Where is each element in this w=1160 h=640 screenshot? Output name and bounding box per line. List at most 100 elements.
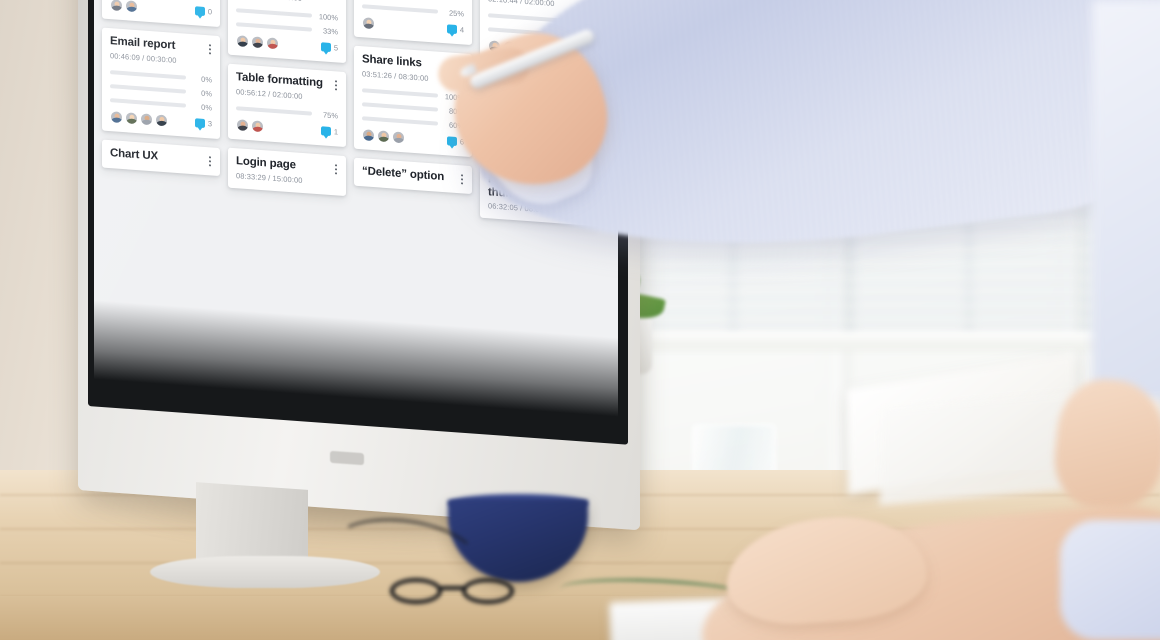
card-title: Share links	[362, 53, 422, 70]
avatar[interactable]	[125, 110, 138, 125]
kanban-column-in-progress: IN PROGRESS⚙Attachment viewer03:15:11 / …	[228, 0, 346, 406]
card-progress-bars: 100%80%60%	[362, 86, 464, 130]
avatar[interactable]	[251, 35, 264, 49]
progress-track	[236, 22, 312, 32]
progress-track	[362, 4, 438, 15]
card-menu-icon[interactable]	[457, 172, 464, 185]
avatar[interactable]	[140, 112, 153, 126]
progress-row: 0%	[110, 96, 212, 112]
card-footer: 5	[236, 33, 338, 54]
kanban-card[interactable]: Date formatting00:00:00 / 00:00:000%0	[102, 0, 220, 27]
person-torso	[1092, 0, 1160, 400]
card-title: Chart UX	[110, 146, 159, 163]
kanban-card[interactable]: Login page 08:33:29 / 15:00:00	[228, 147, 346, 196]
card-header: Chart UX	[110, 147, 212, 167]
progress-track	[362, 102, 438, 112]
avatar[interactable]	[155, 113, 168, 128]
avatar[interactable]	[110, 0, 123, 12]
card-assignees	[110, 0, 140, 14]
card-menu-icon[interactable]	[331, 78, 338, 91]
progress-label: 0%	[201, 74, 212, 85]
card-progress-bars: 75%	[236, 104, 338, 120]
card-title: Login page	[236, 154, 296, 172]
card-title: Email report	[110, 35, 176, 52]
progress-row: 100%	[236, 6, 338, 22]
monitor-logo	[330, 450, 364, 466]
progress-row: 25%	[362, 2, 464, 18]
progress-track	[362, 116, 438, 126]
progress-track	[362, 88, 438, 98]
card-footer: 1	[236, 117, 338, 138]
comment-bubble-icon	[194, 117, 205, 128]
progress-label: 25%	[448, 8, 464, 19]
card-title: “Delete” option	[362, 164, 445, 183]
comment-bubble-icon	[446, 24, 457, 34]
card-footer: 3	[110, 109, 212, 130]
avatar[interactable]	[110, 109, 123, 124]
kanban-card[interactable]: Attachment viewer03:15:11 / 04:00:00100%…	[228, 0, 346, 63]
card-comments[interactable]: 5	[320, 42, 338, 53]
card-menu-icon[interactable]	[205, 42, 212, 55]
avatar[interactable]	[125, 0, 138, 14]
card-progress-bars: 0% 0% 0%	[110, 68, 212, 112]
card-comments[interactable]: 3	[194, 117, 212, 129]
avatar[interactable]	[392, 130, 405, 145]
card-assignees	[236, 33, 281, 51]
avatar[interactable]	[362, 127, 375, 142]
kanban-card[interactable]: “Delete” option	[354, 157, 472, 194]
card-footer: 6	[362, 127, 464, 148]
comment-count: 4	[459, 25, 464, 35]
card-assignees	[110, 109, 170, 128]
kanban-card[interactable]: Chart UX	[102, 139, 220, 176]
card-comments[interactable]: 0	[194, 6, 212, 17]
comment-bubble-icon	[194, 6, 205, 16]
comment-bubble-icon	[320, 125, 331, 136]
comment-bubble-icon	[320, 42, 331, 52]
comment-bubble-icon	[446, 136, 457, 146]
card-progress-bars: 100% 33%	[236, 6, 338, 36]
progress-label: 0%	[201, 88, 212, 99]
progress-row: 80%	[362, 100, 464, 116]
avatar[interactable]	[251, 118, 264, 133]
card-time: 03:15:11 / 04:00:00	[236, 0, 338, 5]
avatar[interactable]	[266, 36, 279, 51]
kanban-card[interactable]: Email report 00:46:09 / 00:30:00 0% 0% 0% 3	[102, 27, 220, 139]
card-assignees	[362, 127, 407, 145]
progress-row: 0%	[110, 82, 212, 98]
comment-count: 3	[207, 118, 212, 129]
progress-row: 33%	[236, 20, 338, 36]
comment-count: 0	[207, 7, 212, 17]
progress-label: 33%	[322, 26, 338, 37]
avatar[interactable]	[377, 129, 390, 143]
progress-row: 60%	[362, 114, 464, 130]
kanban-card[interactable]: SVG icons00:39:05 / 01:00:0025%4	[354, 0, 472, 45]
card-progress-bars: 25%	[362, 2, 464, 18]
card-comments[interactable]: 4	[446, 24, 464, 35]
progress-label: 0%	[201, 102, 212, 113]
progress-track	[236, 106, 312, 116]
progress-label: 100%	[318, 11, 338, 23]
progress-track	[110, 98, 186, 108]
comment-count: 1	[333, 126, 338, 137]
kanban-card[interactable]: Table formatting 00:56:12 / 02:00:00 75% 1	[228, 63, 346, 147]
kanban-column-backlog: BACKLOG☐Date formatting00:00:00 / 00:00:…	[102, 0, 220, 397]
progress-track	[236, 8, 312, 18]
progress-label: 75%	[322, 110, 338, 121]
seated-shirt-cuff	[1060, 520, 1160, 640]
office-scene-photo: BACKLOG☐Date formatting00:00:00 / 00:00:…	[0, 0, 1160, 640]
progress-row: 0%	[110, 68, 212, 84]
card-footer: 4	[362, 16, 464, 36]
progress-track	[110, 84, 186, 94]
card-time: 00:39:05 / 01:00:00	[362, 0, 464, 1]
card-comments[interactable]: 1	[320, 125, 338, 137]
avatar[interactable]	[362, 16, 375, 31]
card-header: “Delete” option	[362, 165, 464, 185]
avatar[interactable]	[236, 117, 249, 132]
progress-track	[110, 70, 186, 80]
card-footer: 0	[110, 0, 212, 18]
comment-count: 5	[333, 42, 338, 53]
card-menu-icon[interactable]	[331, 162, 338, 175]
card-menu-icon[interactable]	[205, 154, 212, 167]
card-assignees	[236, 117, 266, 133]
avatar[interactable]	[236, 33, 249, 48]
